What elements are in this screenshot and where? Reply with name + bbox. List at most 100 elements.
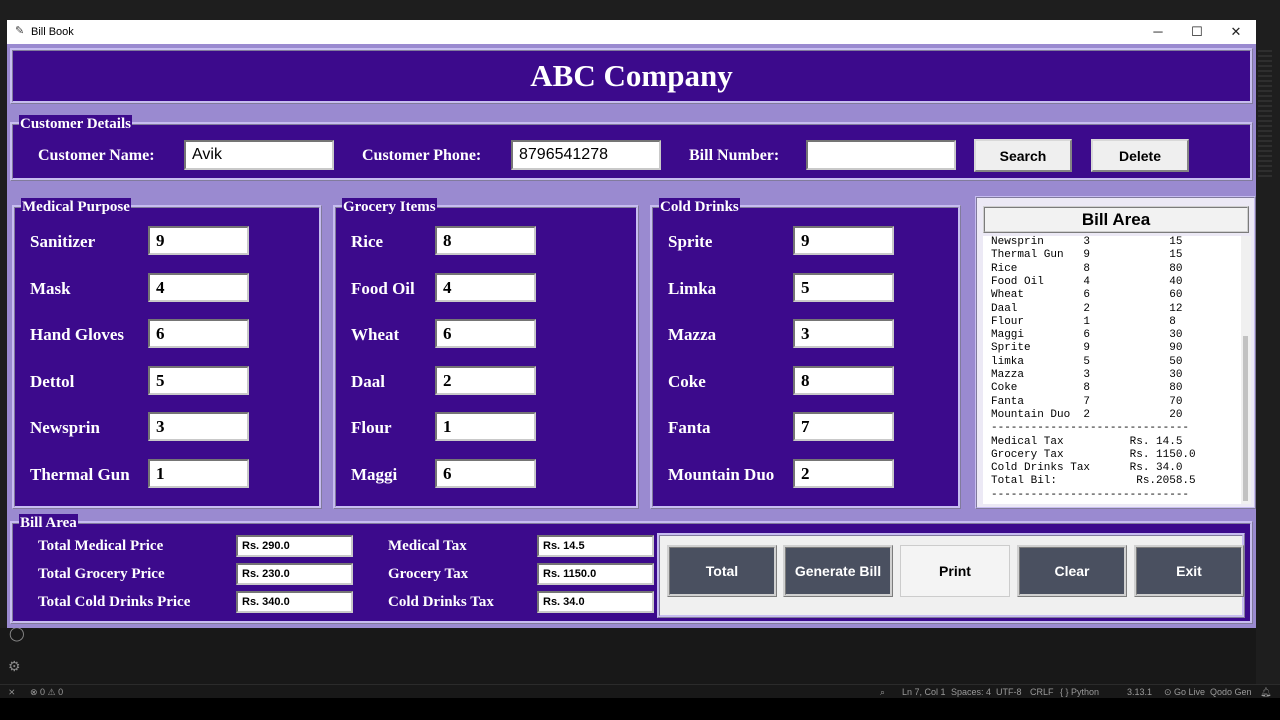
grocery-item-input[interactable]: 8 xyxy=(435,226,536,255)
drink-item-label: Fanta xyxy=(668,418,711,437)
bill-book-window: ✎ Bill Book ─ ☐ ✕ ABC Company Customer D… xyxy=(7,20,1256,628)
bill-line: Wheat 6 60 xyxy=(991,289,1183,302)
bill-total-line: Total Bil: Rs.2058.5 xyxy=(991,475,1196,488)
medical-item-input[interactable]: 5 xyxy=(148,366,249,395)
drinks-tax-field[interactable]: Rs. 34.0 xyxy=(537,591,654,613)
grocery-item-input[interactable]: 6 xyxy=(435,319,536,348)
bill-line: Cold Drinks Tax Rs. 34.0 xyxy=(991,462,1183,475)
grocery-item-label: Rice xyxy=(351,232,384,251)
bill-line: Newsprin 3 15 xyxy=(991,236,1183,248)
bill-line: Sprite 9 90 xyxy=(991,342,1183,355)
grocery-item-input[interactable]: 4 xyxy=(435,273,536,302)
total-medical-price-field[interactable]: Rs. 290.0 xyxy=(236,535,353,557)
bill-scrollbar[interactable] xyxy=(1241,236,1251,504)
scrollbar-thumb[interactable] xyxy=(1243,336,1248,501)
bill-line: Mountain Duo 2 20 xyxy=(991,408,1183,421)
bill-text-area[interactable]: Newsprin 3 15 Thermal Gun 9 15 Rice 8 80… xyxy=(983,236,1241,504)
drink-item-label: Sprite xyxy=(668,232,713,251)
grocery-item-input[interactable]: 2 xyxy=(435,366,536,395)
medical-item-input[interactable]: 4 xyxy=(148,273,249,302)
medical-item-input[interactable]: 3 xyxy=(148,412,249,441)
grocery-tax-field[interactable]: Rs. 1150.0 xyxy=(537,563,654,585)
go-live[interactable]: ⊙ Go Live xyxy=(1164,685,1205,699)
drink-item-label: Mazza xyxy=(668,325,717,344)
medical-item-input[interactable]: 1 xyxy=(148,459,249,488)
bill-area-title: Bill Area xyxy=(983,206,1249,233)
grocery-item-input[interactable]: 6 xyxy=(435,459,536,488)
print-button[interactable]: Print xyxy=(900,545,1010,597)
customer-name-label: Customer Name: xyxy=(38,147,155,164)
bill-line: Mazza 3 30 xyxy=(991,369,1183,381)
indentation[interactable]: Spaces: 4 xyxy=(951,685,991,699)
bill-line: Daal 2 12 xyxy=(991,302,1183,315)
grocery-items-title: Grocery Items xyxy=(342,198,437,216)
python-version[interactable]: 3.13.1 xyxy=(1127,685,1152,699)
problems-count[interactable]: ⊗ 0 ⚠ 0 xyxy=(30,685,63,699)
customer-phone-input[interactable]: 8796541278 xyxy=(511,140,661,170)
grocery-item-label: Wheat xyxy=(351,325,400,344)
medical-item-input[interactable]: 9 xyxy=(148,226,249,255)
cold-drinks-title: Cold Drinks xyxy=(659,198,740,216)
settings-gear-icon[interactable]: ⚙ xyxy=(8,658,21,675)
medical-item-label: Hand Gloves xyxy=(30,325,124,344)
medical-item-label: Dettol xyxy=(30,372,75,391)
bill-line: Grocery Tax Rs. 1150.0 xyxy=(991,448,1196,461)
bill-number-input[interactable] xyxy=(806,140,956,170)
language-mode[interactable]: { } Python xyxy=(1060,685,1099,699)
title-bar[interactable]: ✎ Bill Book ─ ☐ ✕ xyxy=(7,20,1256,44)
total-button[interactable]: Total xyxy=(667,545,777,597)
medical-tax-field[interactable]: Rs. 14.5 xyxy=(537,535,654,557)
company-header: ABC Company xyxy=(10,48,1253,104)
customer-details-title: Customer Details xyxy=(19,115,132,133)
total-medical-price-label: Total Medical Price xyxy=(38,538,164,554)
remote-icon[interactable]: ⨯ xyxy=(8,685,16,699)
line-ending[interactable]: CRLF xyxy=(1030,685,1054,699)
clear-button[interactable]: Clear xyxy=(1017,545,1127,597)
bill-line: Medical Tax Rs. 14.5 xyxy=(991,435,1183,448)
medical-item-input[interactable]: 6 xyxy=(148,319,249,348)
grocery-items-frame: Grocery Items Rice 8 Food Oil 4 Wheat 6 … xyxy=(333,198,639,509)
bill-line: Rice 8 80 xyxy=(991,262,1183,275)
qodo-gen[interactable]: Qodo Gen xyxy=(1210,685,1252,699)
grocery-item-label: Daal xyxy=(351,372,385,391)
bill-line: Food Oil 4 40 xyxy=(991,275,1183,288)
bill-line: Maggi 6 30 xyxy=(991,329,1183,342)
customer-name-input[interactable]: Avik xyxy=(184,140,334,170)
status-bar: ⨯ ⊗ 0 ⚠ 0 ⌕ Ln 7, Col 1 Spaces: 4 UTF-8 … xyxy=(0,684,1280,698)
generate-bill-button[interactable]: Generate Bill xyxy=(783,545,893,597)
screen-bottom xyxy=(0,698,1280,720)
drink-item-input[interactable]: 7 xyxy=(793,412,894,441)
minimap[interactable] xyxy=(1258,50,1272,180)
medical-item-label: Thermal Gun xyxy=(30,465,130,484)
grocery-item-label: Maggi xyxy=(351,465,398,484)
medical-purpose-title: Medical Purpose xyxy=(21,198,131,216)
delete-button[interactable]: Delete xyxy=(1091,139,1189,172)
total-grocery-price-label: Total Grocery Price xyxy=(38,566,165,582)
notifications-bell-icon[interactable]: 🔔︎ xyxy=(1260,685,1271,699)
total-grocery-price-field[interactable]: Rs. 230.0 xyxy=(236,563,353,585)
grocery-item-input[interactable]: 1 xyxy=(435,412,536,441)
encoding[interactable]: UTF-8 xyxy=(996,685,1022,699)
bill-line: Coke 8 80 xyxy=(991,382,1183,395)
activity-bar-bottom: ◯ ⚙ xyxy=(0,625,1256,684)
drink-item-input[interactable]: 5 xyxy=(793,273,894,302)
total-drinks-price-field[interactable]: Rs. 340.0 xyxy=(236,591,353,613)
drink-item-input[interactable]: 3 xyxy=(793,319,894,348)
drink-item-input[interactable]: 2 xyxy=(793,459,894,488)
cursor-position[interactable]: Ln 7, Col 1 xyxy=(902,685,946,699)
search-button[interactable]: Search xyxy=(974,139,1072,172)
drink-item-label: Mountain Duo xyxy=(668,465,775,484)
bill-separator: ------------------------------ xyxy=(991,488,1190,501)
bill-totals-title: Bill Area xyxy=(19,514,78,532)
customer-phone-label: Customer Phone: xyxy=(362,147,482,164)
window-title: Bill Book xyxy=(31,26,74,38)
close-icon[interactable]: ✕ xyxy=(1221,22,1251,42)
exit-button[interactable]: Exit xyxy=(1134,545,1244,597)
maximize-icon[interactable]: ☐ xyxy=(1182,22,1212,42)
drink-item-input[interactable]: 8 xyxy=(793,366,894,395)
medical-purpose-frame: Medical Purpose Sanitizer 9 Mask 4 Hand … xyxy=(12,198,322,509)
minimize-icon[interactable]: ─ xyxy=(1143,22,1173,42)
action-buttons-panel: Total Generate Bill Print Clear Exit xyxy=(657,533,1245,618)
zoom-icon[interactable]: ⌕ xyxy=(880,685,885,699)
drink-item-input[interactable]: 9 xyxy=(793,226,894,255)
